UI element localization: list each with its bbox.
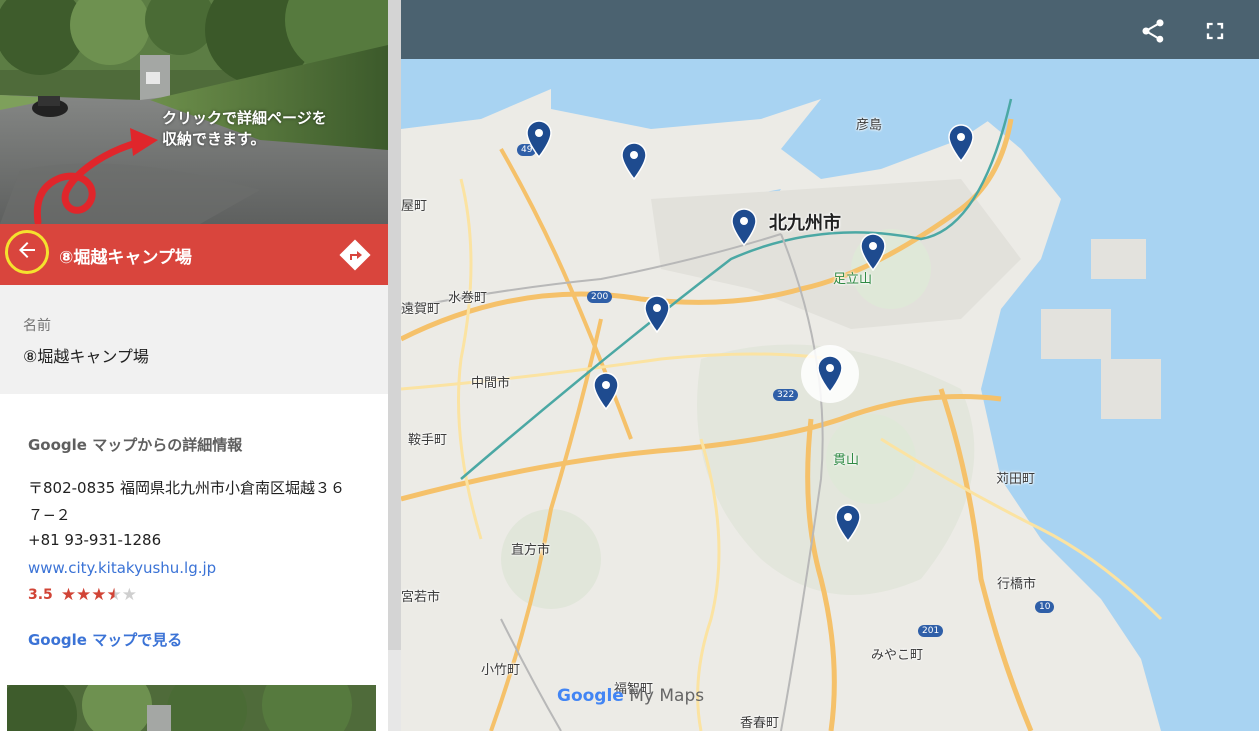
star-half-icon: ★	[106, 585, 122, 605]
directions-icon	[339, 239, 371, 275]
star-empty-icon: ★	[121, 585, 138, 605]
map-label-kurate: 鞍手町	[408, 433, 448, 448]
phone-text: +81 93-931-1286	[28, 531, 162, 549]
map-label-kotake: 小竹町	[481, 663, 521, 678]
map-pin-icon[interactable]	[593, 372, 619, 410]
website-link[interactable]: www.city.kitakyushu.lg.jp	[28, 559, 216, 577]
map-area[interactable]: 北九州市 彦島 足立山 水巻町 遠賀町 屋町 中間市 鞍手町 貫山 苅田町 直方…	[401, 0, 1259, 731]
map-label-onga: 遠賀町	[401, 302, 441, 317]
map-label-mizumaki: 水巻町	[448, 291, 488, 306]
google-mymaps-watermark: Google My Maps	[557, 686, 704, 706]
map-label-hikoshima: 彦島	[856, 118, 883, 133]
name-value: ⑧堀越キャンプ場	[23, 347, 149, 366]
place-title: ⑧堀越キャンプ場	[59, 248, 192, 268]
view-in-google-maps-link[interactable]: Google マップで見る	[28, 629, 182, 650]
map-label-nakama: 中間市	[471, 376, 511, 391]
route-shield: 322	[773, 389, 799, 401]
panel-scrollbar[interactable]	[388, 0, 401, 731]
map-pin-icon[interactable]	[817, 355, 843, 393]
rating-row: 3.5 ★★★★★	[28, 585, 137, 605]
google-details-section: Google マップからの詳細情報 〒802-0835 福岡県北九州市小倉南区堀…	[0, 394, 388, 684]
route-shield: 200	[587, 291, 613, 303]
map-label-miyawaka: 宮若市	[401, 590, 441, 605]
map-pin-icon[interactable]	[731, 208, 757, 246]
star-full-icon: ★★★	[60, 585, 107, 605]
map-label-nogata: 直方市	[511, 543, 551, 558]
directions-button[interactable]	[339, 239, 371, 271]
map-pin-icon[interactable]	[948, 124, 974, 162]
scrollbar-thumb[interactable]	[388, 0, 401, 650]
map-label-kawara: 香春町	[740, 716, 780, 731]
red-arrow-annotation	[33, 128, 158, 224]
map-label-ashiya: 屋町	[401, 199, 428, 214]
map-label-yukuhashi: 行橋市	[997, 577, 1037, 592]
map-label-miyako: みやこ町	[871, 648, 924, 663]
map-pin-icon[interactable]	[644, 295, 670, 333]
route-shield: 10	[1035, 601, 1055, 613]
mymaps-label: My Maps	[623, 686, 705, 706]
rating-stars: ★★★★★	[61, 585, 137, 605]
name-label: 名前	[23, 318, 51, 334]
title-bar: ⑧堀越キャンプ場	[0, 224, 388, 285]
place-detail-panel: クリックで詳細ページを 収納できます。 ⑧堀越キャンプ場 名前 ⑧堀越キャンプ場…	[0, 0, 388, 731]
share-icon	[1139, 19, 1167, 49]
fullscreen-icon	[1201, 22, 1229, 49]
place-photo: クリックで詳細ページを 収納できます。	[0, 0, 388, 224]
map-header-bar	[401, 0, 1259, 59]
map-pin-icon[interactable]	[860, 233, 886, 271]
google-logo: Google	[557, 686, 624, 706]
arrow-left-icon	[15, 238, 39, 266]
map-label-nukiyama: 貫山	[833, 453, 860, 468]
route-shield: 201	[918, 625, 944, 637]
address-text: 〒802-0835 福岡県北九州市小倉南区堀越３６７−２	[28, 479, 345, 524]
map-pin-icon[interactable]	[835, 504, 861, 542]
name-section: 名前 ⑧堀越キャンプ場	[0, 285, 388, 394]
fullscreen-button[interactable]	[1201, 17, 1229, 45]
map-pin-icon[interactable]	[526, 120, 552, 158]
back-button[interactable]	[5, 230, 49, 274]
details-heading: Google マップからの詳細情報	[28, 436, 243, 454]
map-label-kanda: 苅田町	[996, 472, 1036, 487]
place-photo-thumbnail[interactable]	[7, 685, 376, 731]
map-pin-icon[interactable]	[621, 142, 647, 180]
map-label-kitakyushu: 北九州市	[769, 213, 841, 234]
share-button[interactable]	[1139, 17, 1167, 45]
rating-value: 3.5	[28, 587, 53, 603]
